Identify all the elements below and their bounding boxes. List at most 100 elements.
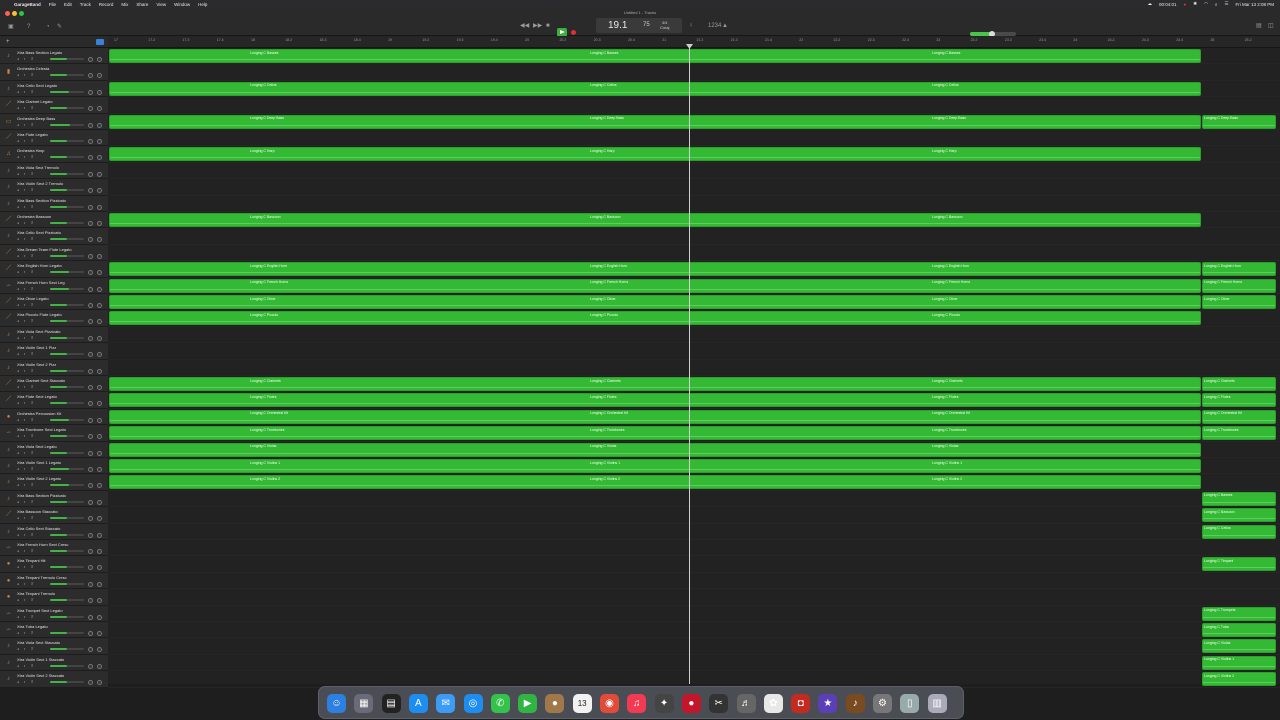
track-record-enable-button[interactable] [97, 532, 102, 538]
track-header[interactable]: ／ Xtra Flute Legato ◂ ◐ ⊼ [0, 130, 108, 147]
track-lane[interactable]: Longing C Tuba [108, 622, 1280, 639]
track-header[interactable]: ∽ Xtra Trumpet Sect Legato ◂ ◐ ⊼ [0, 605, 108, 622]
track-pan-knob[interactable] [88, 303, 93, 308]
track-volume-slider[interactable] [50, 484, 84, 487]
track-pan-knob[interactable] [88, 204, 93, 210]
track-lane[interactable]: Longing C Timpani [108, 556, 1280, 573]
midi-region-tail[interactable]: Longing C Violas [1202, 639, 1276, 654]
photo-booth-icon[interactable]: ◘ [791, 694, 811, 713]
midi-region-tail[interactable]: Longing C Bassoon [1202, 508, 1276, 523]
track-header[interactable]: ／ Xtra Clarinet Legato ◂ ◐ ⊼ [0, 97, 108, 114]
track-lane[interactable]: Longing C Harp Longing C Harp Longing C Ha… [108, 146, 1280, 163]
track-volume-slider[interactable] [50, 418, 84, 421]
track-record-enable-button[interactable] [97, 188, 102, 194]
track-header[interactable]: ▮ Orchestra Celesta ◂ ◐ ⊼ [0, 64, 108, 81]
track-volume-slider[interactable] [50, 156, 84, 159]
track-mute-solo-buttons[interactable]: ◂ ◐ ⊼ [17, 401, 35, 405]
help-icon[interactable]: ? [27, 23, 30, 31]
lcd-signature[interactable]: 4/4 Cmaj [660, 20, 669, 30]
loop-browser-icon[interactable]: ◫ [1268, 22, 1274, 30]
track-lane[interactable] [108, 179, 1280, 196]
track-volume-slider[interactable] [50, 615, 84, 618]
track-record-enable-button[interactable] [97, 549, 102, 554]
track-lane[interactable] [108, 327, 1280, 344]
midi-region[interactable]: Longing C Trombones Longing C Trombones Lo… [109, 426, 1201, 441]
track-mute-solo-buttons[interactable]: ◂ ◐ ⊼ [17, 221, 35, 225]
menu-window[interactable]: Window [174, 2, 190, 7]
track-header[interactable]: ／ Xtra Clarinet Sect Staccato ◂ ◐ ⊼ [0, 376, 108, 393]
trash-icon[interactable]: ▥ [927, 694, 947, 713]
track-lane[interactable]: Longing C Piccolo Longing C Piccolo Longin… [108, 310, 1280, 327]
track-record-enable-button[interactable] [97, 516, 102, 522]
record-indicator-icon[interactable]: ● [1183, 2, 1186, 7]
filter-icon[interactable] [96, 39, 104, 45]
track-record-enable-button[interactable] [97, 155, 102, 161]
track-pan-knob[interactable] [88, 631, 93, 636]
track-volume-slider[interactable] [50, 451, 84, 454]
track-name[interactable]: Xtra Bass Section Legato [17, 50, 62, 55]
track-header[interactable]: ∽ Xtra French Horn Sect Leg ◂ ◐ ⊼ [0, 277, 108, 294]
timeline-ruler[interactable]: 17 17.2 17.3 17.4 18 18.2 18.3 18.4 19 19.2 19.3 19… [108, 36, 1280, 48]
track-header[interactable]: ／ Xtra Dream Team Flute Legato ◂ ◐ ⊼ [0, 244, 108, 262]
track-lane[interactable] [108, 540, 1280, 557]
zoom-window-button[interactable] [19, 11, 24, 16]
track-mute-solo-buttons[interactable]: ◂ ◐ ⊼ [17, 254, 35, 258]
track-volume-slider[interactable] [50, 107, 84, 110]
track-header[interactable]: ♪ Xtra Viola Sect Staccato ◂ ◐ ⊼ [0, 638, 108, 655]
track-pan-knob[interactable] [88, 319, 93, 325]
track-lane[interactable]: Longing C Basses [108, 491, 1280, 508]
track-volume-slider[interactable] [50, 681, 84, 684]
track-pan-knob[interactable] [88, 253, 93, 259]
track-record-enable-button[interactable] [97, 106, 102, 112]
midi-region[interactable]: Longing C Deep Bass Longing C Deep Bass Lo… [109, 114, 1201, 129]
track-mute-solo-buttons[interactable]: ◂ ◐ ⊼ [17, 155, 35, 159]
track-volume-slider[interactable] [50, 90, 84, 93]
track-header[interactable]: ♪ Xtra Cello Sect Pizzicato ◂ ◐ ⊼ [0, 228, 108, 245]
track-lane[interactable] [108, 196, 1280, 212]
track-header[interactable]: ♪ Xtra Viola Sect Legato ◂ ◐ ⊼ [0, 441, 108, 458]
track-pan-knob[interactable] [88, 499, 93, 505]
track-record-enable-button[interactable] [97, 319, 102, 325]
track-pan-knob[interactable] [88, 286, 93, 292]
control-center-icon[interactable]: ☰ [1224, 1, 1228, 7]
track-name[interactable]: Xtra Flute Legato [17, 132, 48, 137]
track-mute-solo-buttons[interactable]: ◂ ◐ ⊼ [17, 205, 35, 209]
bluetooth-icon[interactable]: ✱ [1193, 1, 1197, 7]
finder-icon[interactable]: ☺ [327, 694, 346, 713]
track-volume-slider[interactable] [50, 123, 84, 126]
track-pan-knob[interactable] [88, 106, 93, 112]
close-window-button[interactable] [5, 11, 10, 16]
track-name[interactable]: Xtra Oboe Legato [17, 296, 49, 301]
track-pan-knob[interactable] [88, 73, 93, 79]
mail-icon[interactable]: ✉ [436, 694, 456, 713]
track-pan-knob[interactable] [88, 450, 93, 456]
search-icon[interactable]: ⌕ [1215, 2, 1218, 7]
recording-timer[interactable]: 00:04:01 [1159, 2, 1177, 7]
track-volume-slider[interactable] [50, 632, 84, 634]
track-volume-slider[interactable] [50, 304, 84, 306]
track-mute-solo-buttons[interactable]: ◂ ◐ ⊼ [17, 237, 35, 241]
menu-share[interactable]: Share [136, 2, 148, 7]
forward-icon[interactable]: ▶▶ [533, 22, 542, 30]
track-name[interactable]: Xtra Viola Sect Pizzicato [17, 329, 61, 334]
track-name[interactable]: Xtra Bass Section Pizzicato [17, 493, 66, 498]
midi-region-tail[interactable]: Longing C Violins 2 [1202, 672, 1276, 687]
track-name[interactable]: Xtra Viola Sect Staccato [17, 640, 60, 645]
safari-icon[interactable]: ◎ [463, 694, 483, 713]
track-volume-slider[interactable] [50, 222, 84, 224]
track-volume-slider[interactable] [50, 271, 84, 274]
midi-region[interactable]: Longing C Violas Longing C Violas Longing … [109, 442, 1201, 457]
midi-region-tail[interactable]: Longing C French Horns [1202, 278, 1276, 293]
midi-region-tail[interactable]: Longing C Cellos [1202, 524, 1276, 539]
track-record-enable-button[interactable] [97, 467, 102, 472]
screen-recorder-icon[interactable]: ● [681, 694, 701, 713]
track-volume-slider[interactable] [50, 500, 84, 503]
track-header[interactable]: ／ Orchestra Bassoon ◂ ◐ ⊼ [0, 212, 108, 229]
mission-control-icon[interactable]: ▤ [381, 694, 401, 713]
track-mute-solo-buttons[interactable]: ◂ ◐ ⊼ [17, 598, 35, 602]
track-mute-solo-buttons[interactable]: ◂ ◐ ⊼ [17, 352, 35, 356]
lcd-tempo[interactable]: 75 [643, 18, 650, 33]
track-record-enable-button[interactable] [97, 499, 102, 505]
track-pan-knob[interactable] [88, 89, 93, 95]
midi-region-tail[interactable]: Longing C Violins 1 [1202, 655, 1276, 670]
